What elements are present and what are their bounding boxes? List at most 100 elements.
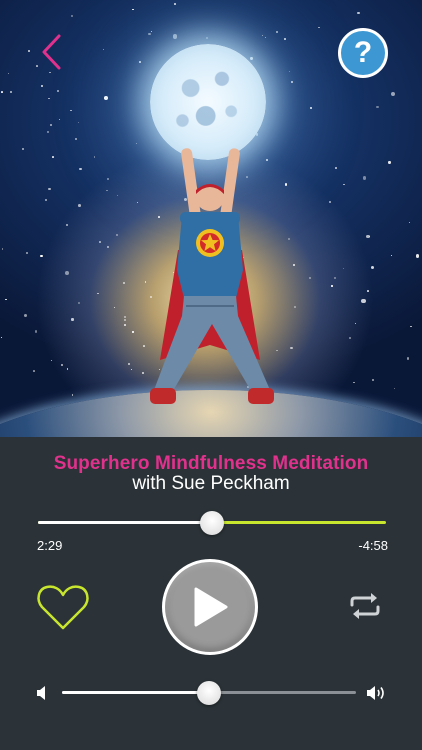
artwork-image: ? [0, 0, 422, 437]
star [376, 105, 379, 108]
star [357, 11, 360, 14]
star [132, 8, 135, 11]
volume-thumb[interactable] [197, 681, 221, 705]
star [107, 246, 110, 249]
star [24, 314, 28, 318]
star [354, 323, 357, 325]
star [366, 234, 370, 239]
star [328, 200, 331, 204]
star [26, 252, 29, 255]
star [250, 57, 253, 60]
star [173, 34, 178, 39]
progress-played-track [38, 521, 212, 524]
star [99, 241, 101, 243]
heart-outline-icon [37, 585, 89, 630]
star [390, 91, 395, 96]
star [48, 187, 51, 191]
star [103, 48, 105, 50]
star [362, 176, 367, 180]
star [78, 121, 80, 123]
star [71, 394, 73, 396]
star [150, 30, 153, 33]
repeat-icon [350, 593, 380, 619]
volume-filled-track [62, 691, 209, 694]
star [61, 363, 64, 366]
player-panel: Superhero Mindfulness Meditation with Su… [0, 437, 422, 750]
play-button[interactable] [162, 559, 258, 655]
star [1, 336, 3, 338]
track-subtitle: with Sue Peckham [132, 473, 290, 494]
star [106, 189, 108, 191]
star [74, 137, 78, 140]
repeat-button[interactable] [348, 591, 382, 621]
star [113, 306, 115, 308]
elapsed-time: 2:29 [37, 538, 63, 553]
star [50, 124, 53, 127]
star [174, 3, 176, 6]
star [410, 325, 412, 328]
star [372, 379, 375, 382]
star [9, 90, 13, 94]
speaker-high-icon [367, 686, 384, 700]
star [70, 110, 72, 112]
star [104, 96, 108, 100]
star [21, 147, 24, 150]
star [50, 359, 53, 362]
star [117, 195, 119, 197]
play-icon [194, 587, 228, 627]
star [264, 36, 267, 39]
star [57, 89, 60, 92]
star [317, 26, 320, 29]
star [343, 184, 345, 186]
superhero-kid-illustration [150, 148, 274, 404]
star [148, 32, 151, 36]
star [288, 70, 290, 72]
star [1, 90, 4, 93]
star [64, 270, 69, 275]
star [352, 381, 355, 384]
back-button[interactable] [36, 32, 66, 72]
progress-thumb[interactable] [200, 511, 224, 535]
star [334, 276, 337, 280]
volume-control [36, 681, 388, 705]
star [78, 203, 81, 207]
star [284, 38, 286, 40]
star [309, 106, 312, 109]
favorite-button[interactable] [36, 584, 90, 632]
help-icon: ? [341, 31, 385, 75]
star [48, 97, 51, 100]
star [390, 254, 393, 257]
track-title: Superhero Mindfulness Meditation [53, 453, 369, 474]
star [58, 118, 61, 121]
star [116, 234, 119, 237]
star [335, 167, 338, 170]
star [27, 49, 30, 52]
star [348, 337, 351, 340]
star [309, 276, 312, 279]
star [388, 161, 391, 164]
star [342, 267, 345, 269]
star [33, 370, 35, 372]
star [1, 247, 4, 250]
star [5, 298, 7, 300]
star [406, 357, 409, 360]
help-button[interactable]: ? [338, 28, 388, 78]
star [361, 298, 366, 304]
star [93, 156, 96, 158]
star [52, 156, 54, 158]
star [415, 254, 420, 258]
star [106, 178, 109, 180]
progress-slider[interactable] [38, 511, 386, 535]
star [66, 368, 69, 370]
star [138, 61, 141, 64]
star [66, 224, 69, 227]
speaker-low-icon [37, 686, 45, 700]
star [79, 167, 82, 171]
star [70, 14, 74, 18]
star [40, 254, 43, 258]
star [370, 266, 374, 270]
star [367, 290, 369, 292]
star [47, 131, 49, 133]
star [34, 330, 38, 333]
star [408, 221, 410, 224]
